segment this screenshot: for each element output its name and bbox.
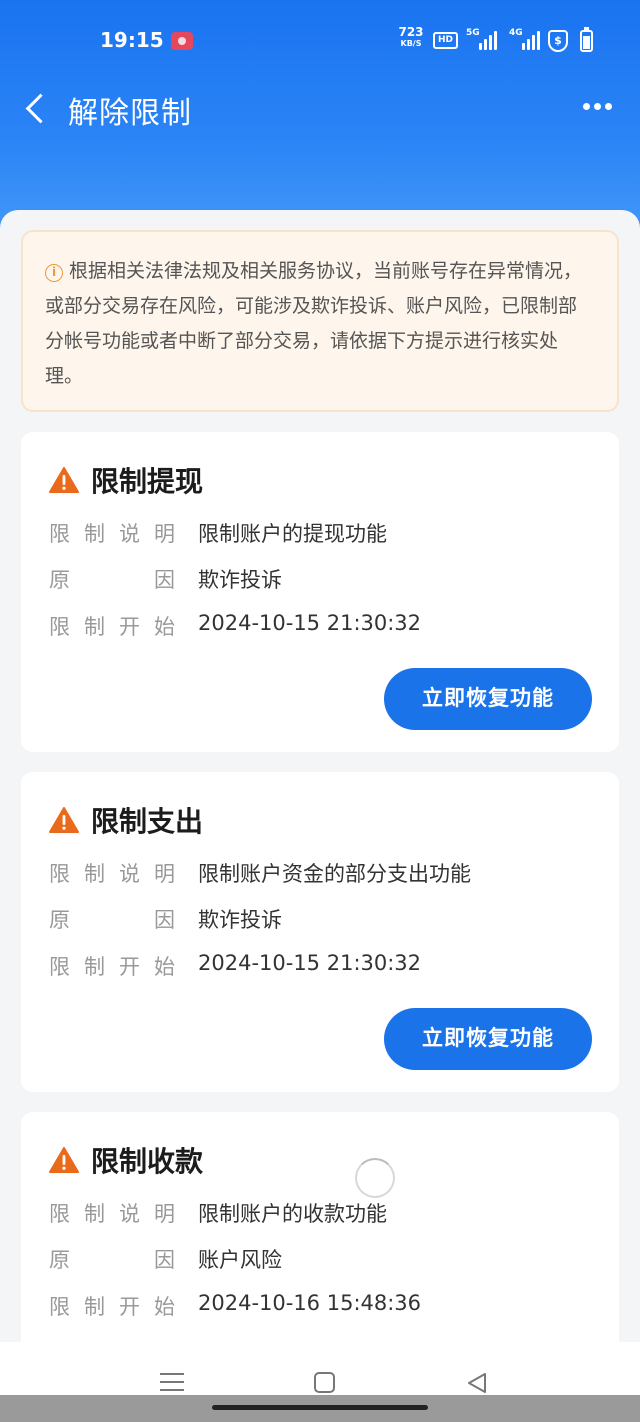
loading-spinner-icon xyxy=(355,1158,395,1198)
restore-function-button[interactable]: 立即恢复功能 xyxy=(384,1008,592,1070)
reason-value: 账户风险 xyxy=(198,1248,282,1272)
restriction-card-withdraw: 限制提现 限制说明 限制账户的提现功能 原因 欺诈投诉 限制开始 2024-10… xyxy=(21,432,619,752)
reason-label: 原因 xyxy=(49,908,175,932)
restore-function-button[interactable]: 立即恢复功能 xyxy=(384,668,592,730)
warning-icon xyxy=(49,807,79,833)
screen-record-icon xyxy=(171,32,193,50)
status-bar: 19:15 723 KB/S HD 5G 4G $ xyxy=(0,24,640,60)
desc-label: 限制说明 xyxy=(49,1202,175,1226)
reason-value: 欺诈投诉 xyxy=(198,568,282,592)
signal-4g-label: 4G xyxy=(509,28,523,38)
reason-value: 欺诈投诉 xyxy=(198,908,282,932)
warning-icon xyxy=(49,1147,79,1173)
card-title: 限制支出 xyxy=(91,805,204,838)
status-time: 19:15 xyxy=(100,28,164,52)
content-panel: i 根据相关法律法规及相关服务协议，当前账号存在异常情况，或部分交易存在风险，可能… xyxy=(0,210,640,1342)
hd-icon: HD xyxy=(433,32,458,49)
start-value: 2024-10-15 21:30:32 xyxy=(198,951,422,975)
shield-icon: $ xyxy=(548,30,568,52)
signal-5g-label: 5G xyxy=(466,28,480,38)
start-label: 限制开始 xyxy=(49,615,175,639)
menu-icon[interactable] xyxy=(160,1372,184,1392)
notice-text: 根据相关法律法规及相关服务协议，当前账号存在异常情况，或部分交易存在风险，可能涉… xyxy=(45,260,583,387)
desc-label: 限制说明 xyxy=(49,862,175,886)
reason-label: 原因 xyxy=(49,1248,175,1272)
network-speed: 723 KB/S xyxy=(396,26,426,49)
back-triangle-icon[interactable] xyxy=(466,1372,488,1394)
battery-icon xyxy=(580,27,593,52)
start-value: 2024-10-16 15:48:36 xyxy=(198,1291,422,1315)
warning-icon xyxy=(49,467,79,493)
page-title: 解除限制 xyxy=(68,96,192,131)
start-value: 2024-10-15 21:30:32 xyxy=(198,611,422,635)
start-label: 限制开始 xyxy=(49,1295,175,1319)
desc-value: 限制账户的收款功能 xyxy=(198,1202,387,1226)
more-icon[interactable] xyxy=(580,98,616,114)
card-title: 限制收款 xyxy=(91,1145,204,1178)
network-speed-unit: KB/S xyxy=(400,39,422,48)
desc-label: 限制说明 xyxy=(49,522,175,546)
start-label: 限制开始 xyxy=(49,955,175,979)
info-icon: i xyxy=(45,264,63,282)
back-arrow-icon[interactable] xyxy=(20,90,54,126)
network-speed-value: 723 xyxy=(398,25,424,39)
signal-5g-icon: 5G xyxy=(466,28,500,50)
desc-value: 限制账户资金的部分支出功能 xyxy=(198,862,471,886)
restriction-card-receiving: 限制收款 限制说明 限制账户的收款功能 原因 账户风险 限制开始 2024-10… xyxy=(21,1112,619,1342)
restriction-card-spending: 限制支出 限制说明 限制账户资金的部分支出功能 原因 欺诈投诉 限制开始 202… xyxy=(21,772,619,1092)
home-indicator[interactable] xyxy=(0,1395,640,1422)
card-title: 限制提现 xyxy=(91,465,204,498)
signal-4g-icon: 4G xyxy=(509,28,543,50)
nav-bar: 解除限制 xyxy=(0,80,640,136)
notice-box: i 根据相关法律法规及相关服务协议，当前账号存在异常情况，或部分交易存在风险，可能… xyxy=(21,230,619,412)
desc-value: 限制账户的提现功能 xyxy=(198,522,387,546)
reason-label: 原因 xyxy=(49,568,175,592)
home-square-icon[interactable] xyxy=(314,1372,335,1393)
